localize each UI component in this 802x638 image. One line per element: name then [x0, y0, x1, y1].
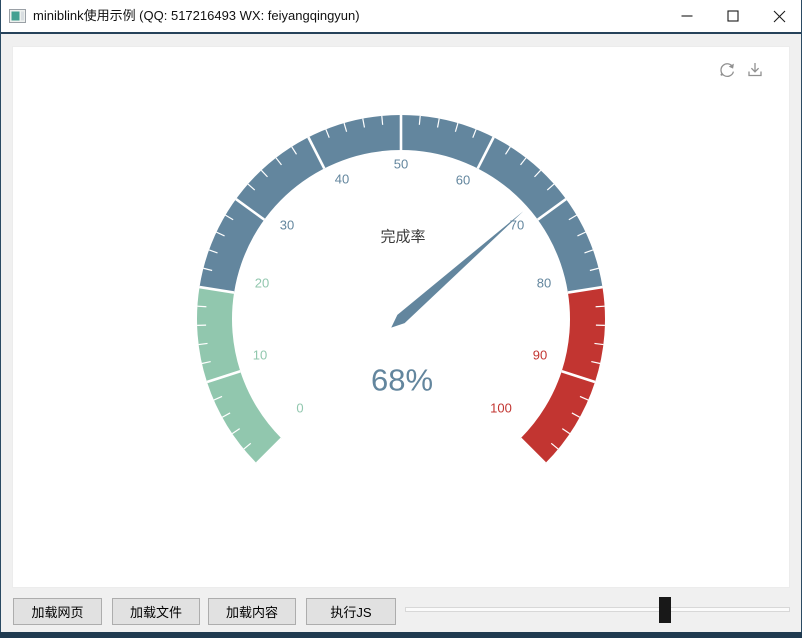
- minimize-icon: [681, 10, 693, 22]
- load-content-button[interactable]: 加载内容: [208, 598, 296, 625]
- close-button[interactable]: [756, 0, 802, 32]
- gauge-axis-label: 90: [533, 348, 547, 363]
- gauge-axis-label: 0: [296, 401, 303, 416]
- window-border-left: [0, 0, 1, 638]
- value-slider[interactable]: [405, 594, 790, 626]
- titlebar[interactable]: miniblink使用示例 (QQ: 517216493 WX: feiyang…: [0, 0, 802, 32]
- gauge-title: 完成率: [380, 229, 425, 246]
- maximize-icon: [727, 10, 739, 22]
- load-file-button[interactable]: 加载文件: [112, 598, 200, 625]
- gauge-minor-tick: [596, 306, 605, 307]
- chart-toolbox: [717, 60, 765, 80]
- gauge-axis-label: 40: [335, 172, 349, 187]
- gauge-segment: [521, 287, 605, 463]
- gauge-axis-label: 100: [490, 401, 512, 416]
- gauge-detail: 68%: [371, 363, 433, 398]
- slider-handle[interactable]: [659, 597, 671, 623]
- gauge-axis-label: 10: [253, 348, 267, 363]
- execute-js-button[interactable]: 执行JS: [306, 598, 396, 625]
- gauge-minor-tick: [419, 116, 420, 125]
- app-window: miniblink使用示例 (QQ: 517216493 WX: feiyang…: [0, 0, 802, 638]
- gauge-minor-tick: [382, 116, 383, 125]
- window-border-bottom: [0, 632, 802, 638]
- gauge-chart: 0 10 20 30 40 50 60 70 80 90 100 完成率 68%: [13, 47, 791, 589]
- close-icon: [773, 10, 786, 23]
- gauge-segment: [197, 287, 281, 463]
- app-icon: [9, 8, 26, 24]
- gauge-axis-label: 60: [456, 173, 470, 188]
- load-webpage-button[interactable]: 加载网页: [13, 598, 102, 625]
- maximize-button[interactable]: [710, 0, 756, 32]
- gauge-minor-tick: [197, 306, 206, 307]
- gauge-axis-label: 70: [510, 218, 524, 233]
- window-title: miniblink使用示例 (QQ: 517216493 WX: feiyang…: [33, 0, 360, 32]
- download-icon[interactable]: [745, 60, 765, 80]
- gauge-axis-label: 30: [280, 218, 294, 233]
- window-controls: [664, 0, 802, 32]
- gauge-axis-label: 80: [537, 276, 551, 291]
- gauge-axis-label: 20: [255, 276, 269, 291]
- titlebar-divider: [0, 32, 802, 34]
- chart-panel: 0 10 20 30 40 50 60 70 80 90 100 完成率 68%: [12, 46, 790, 588]
- minimize-button[interactable]: [664, 0, 710, 32]
- gauge-axis-label: 50: [394, 157, 408, 172]
- slider-groove[interactable]: [405, 607, 790, 612]
- refresh-icon[interactable]: [717, 60, 737, 80]
